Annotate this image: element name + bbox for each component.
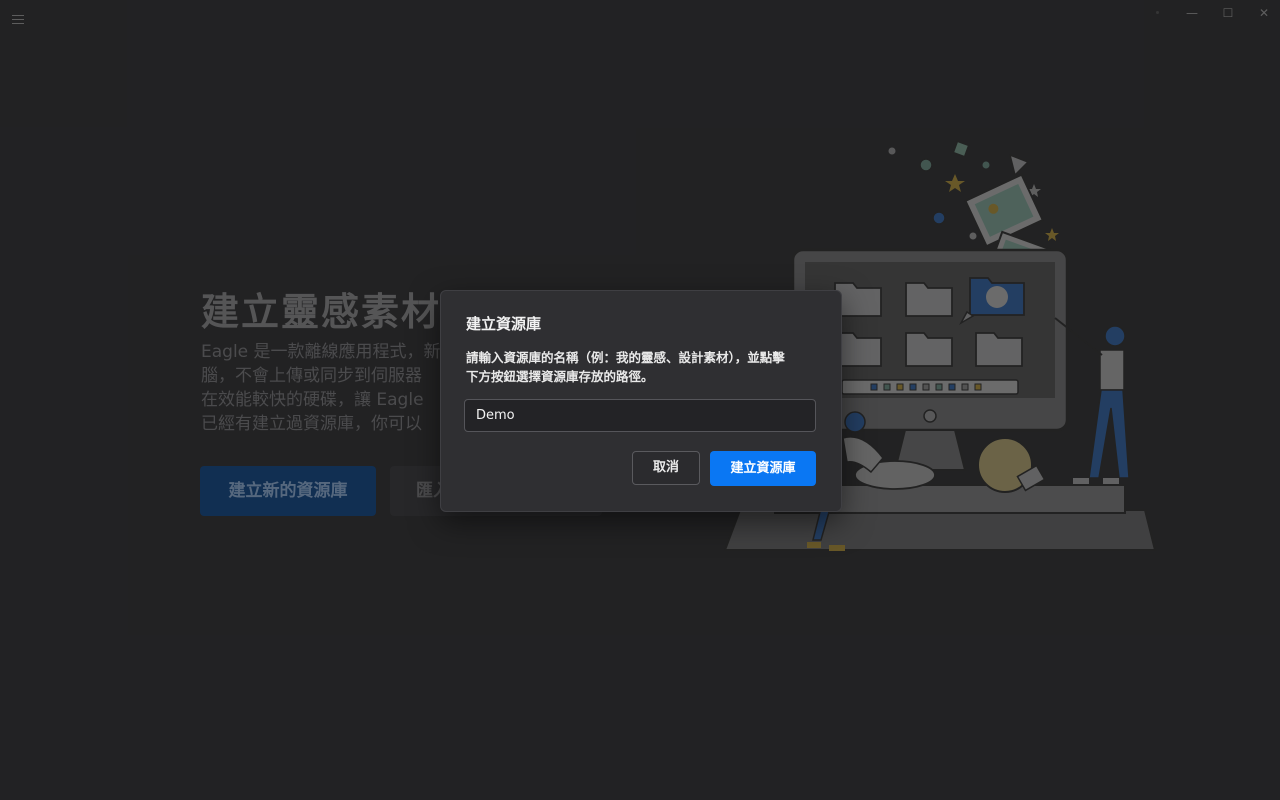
dialog-message: 請輸入資源庫的名稱（例：我的靈感、設計素材），並點擊 下方按鈕選擇資源庫存放的路… — [466, 348, 822, 386]
library-name-input[interactable] — [464, 399, 816, 432]
dialog-message-line: 請輸入資源庫的名稱（例：我的靈感、設計素材），並點擊 — [466, 350, 785, 365]
dialog-message-line: 下方按鈕選擇資源庫存放的路徑。 — [466, 369, 654, 384]
cancel-button[interactable]: 取消 — [632, 451, 700, 485]
dialog-title: 建立資源庫 — [466, 315, 542, 333]
create-library-button[interactable]: 建立資源庫 — [710, 451, 816, 486]
create-library-dialog: 建立資源庫 請輸入資源庫的名稱（例：我的靈感、設計素材），並點擊 下方按鈕選擇資… — [440, 290, 842, 512]
